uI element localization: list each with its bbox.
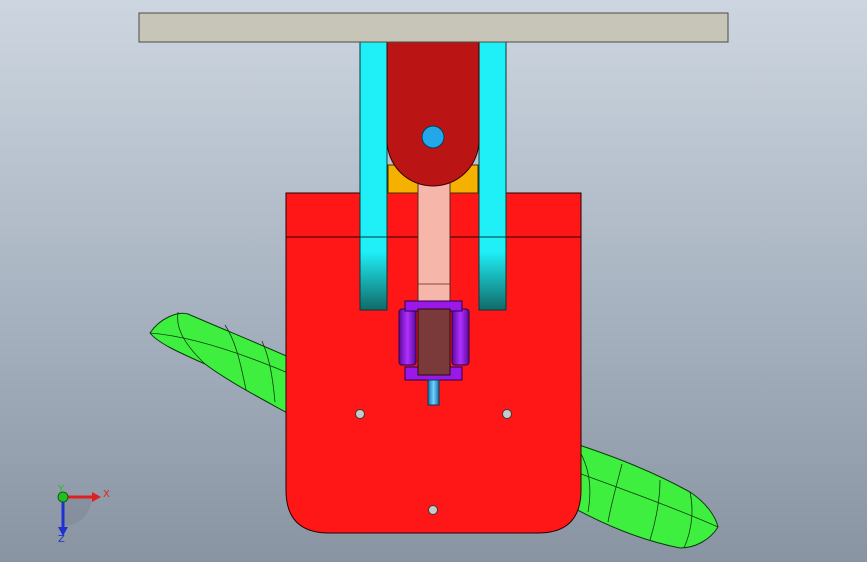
connecting-rod[interactable] <box>417 169 451 311</box>
mount-hole-right <box>502 409 512 419</box>
fin-right[interactable] <box>569 441 719 549</box>
clamp-assembly[interactable] <box>398 300 470 381</box>
clamp-ring-right <box>451 308 470 366</box>
pivot-arm[interactable] <box>386 41 480 187</box>
mount-hole-bottom <box>428 505 438 515</box>
x-axis-arrow-icon <box>92 492 101 502</box>
pivot-pin[interactable] <box>421 125 445 149</box>
clamp-ring-left <box>398 308 417 366</box>
x-axis-label: X <box>103 489 110 500</box>
guide-rail-left[interactable] <box>359 41 388 311</box>
assembly-drawing: X Y Z <box>57 12 729 549</box>
fin-left[interactable] <box>149 311 301 421</box>
top-plate[interactable] <box>138 12 729 43</box>
orientation-triad: X Y Z <box>57 484 110 545</box>
guide-rail-right[interactable] <box>478 41 507 311</box>
mount-hole-left <box>355 409 365 419</box>
clamp-core <box>417 308 451 376</box>
triad-plane-shade <box>63 497 92 526</box>
output-shaft[interactable] <box>427 379 440 406</box>
z-axis-label: Z <box>58 534 65 545</box>
y-axis-label: Y <box>57 484 65 495</box>
cad-viewport[interactable]: X Y Z <box>0 0 867 562</box>
